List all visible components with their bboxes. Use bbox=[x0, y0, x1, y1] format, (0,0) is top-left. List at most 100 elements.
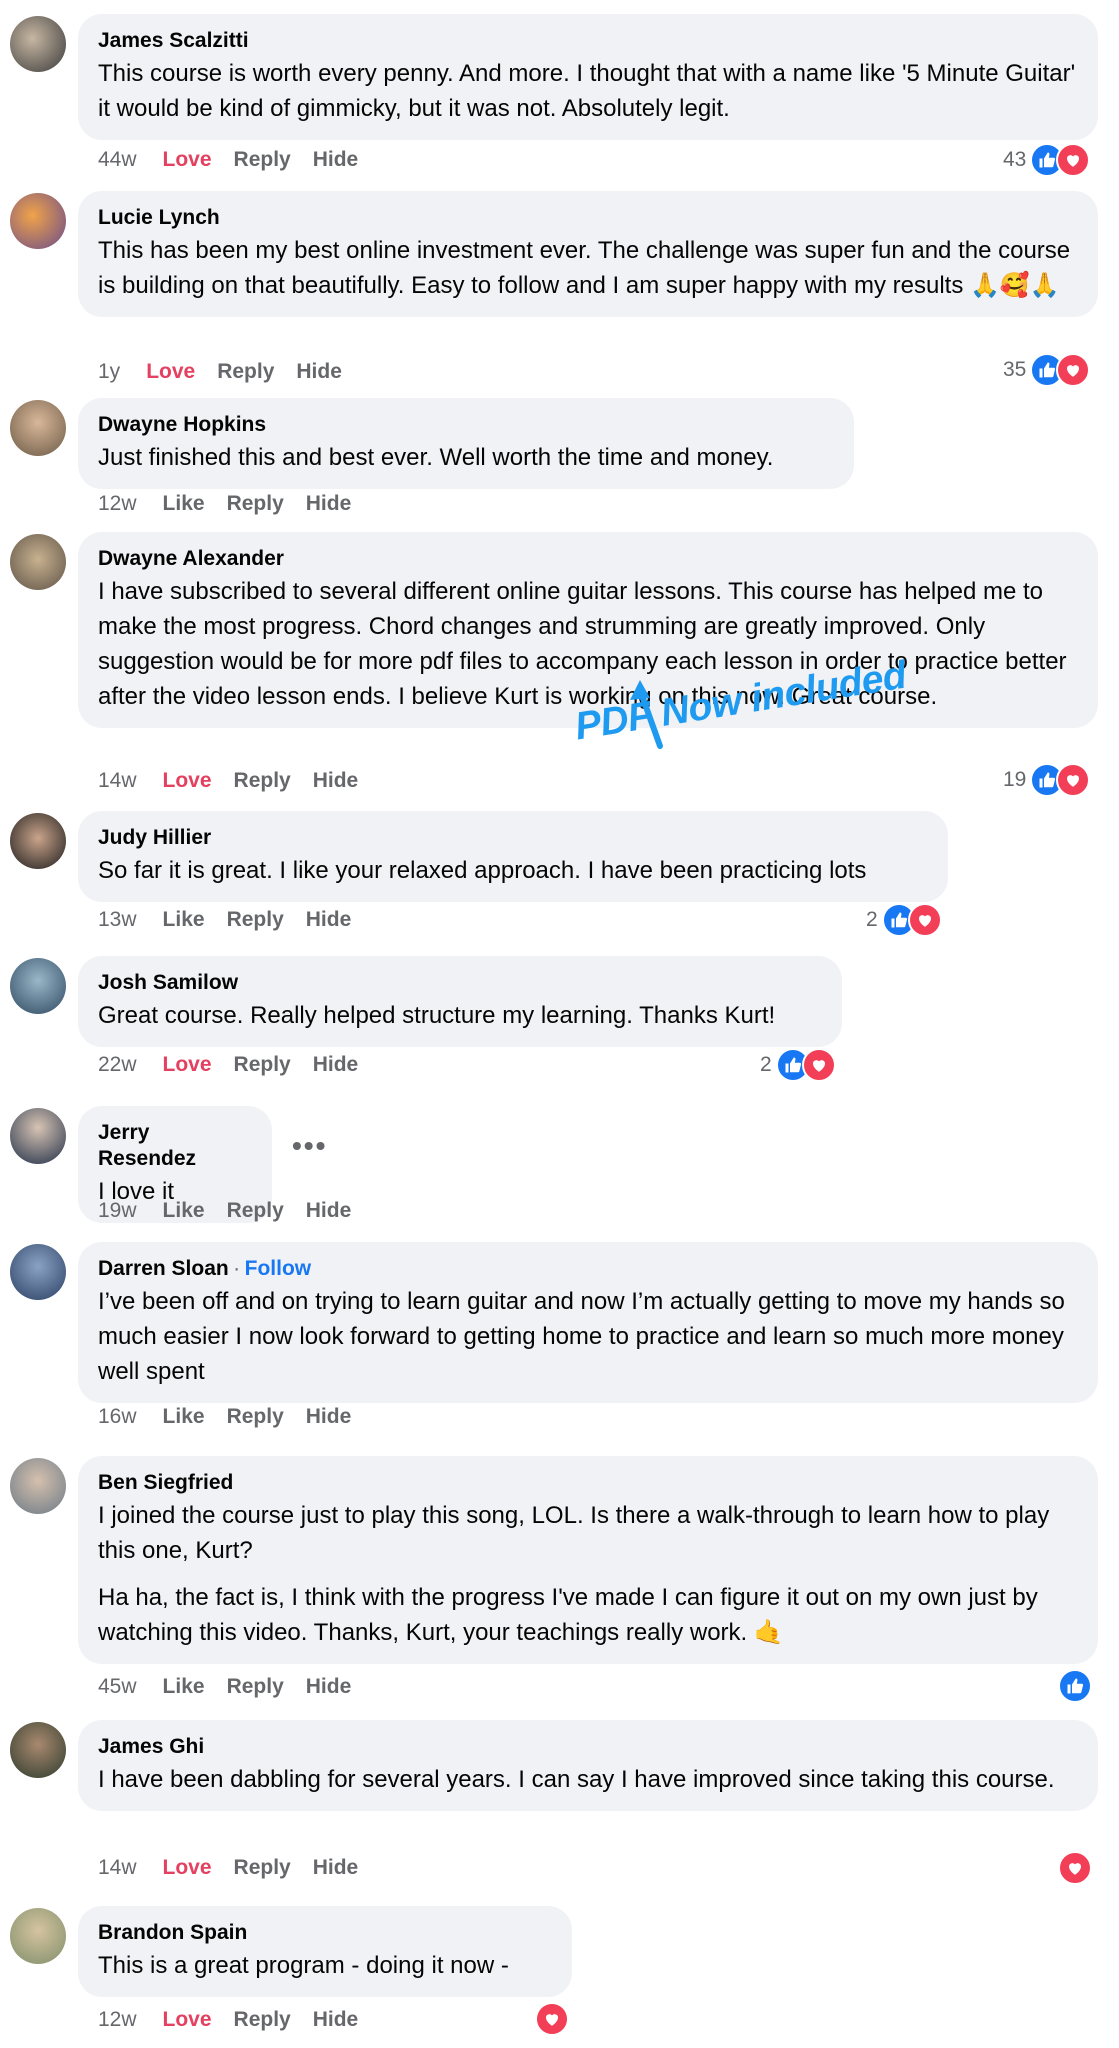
comment-text: Just finished this and best ever. Well w… bbox=[98, 444, 774, 471]
reaction-summary[interactable]: 35 bbox=[1003, 352, 1091, 388]
avatar[interactable] bbox=[10, 1458, 66, 1514]
like-button[interactable]: Like bbox=[163, 908, 205, 932]
like-button[interactable]: Like bbox=[163, 1405, 205, 1429]
comment-text: This has been my best online investment … bbox=[98, 237, 1071, 299]
comment-text: Ha ha, the fact is, I think with the pro… bbox=[98, 1584, 1038, 1646]
comment-author[interactable]: James Scalzitti bbox=[98, 28, 1078, 54]
reply-button[interactable]: Reply bbox=[217, 360, 274, 384]
hide-button[interactable]: Hide bbox=[313, 148, 359, 172]
timestamp[interactable]: 12w bbox=[98, 2008, 137, 2032]
reply-button[interactable]: Reply bbox=[227, 492, 284, 516]
reply-button[interactable]: Reply bbox=[227, 1405, 284, 1429]
hide-button[interactable]: Hide bbox=[296, 360, 342, 384]
avatar[interactable] bbox=[10, 16, 66, 72]
avatar[interactable] bbox=[10, 958, 66, 1014]
timestamp[interactable]: 13w bbox=[98, 908, 137, 932]
reply-button[interactable]: Reply bbox=[234, 1856, 291, 1880]
love-reaction-icon bbox=[907, 903, 942, 937]
comment-author[interactable]: Brandon Spain bbox=[98, 1920, 552, 1946]
love-button[interactable]: Love bbox=[146, 360, 195, 384]
comment-actions: 14w Love Reply Hide bbox=[98, 766, 380, 796]
comment-text: I joined the course just to play this so… bbox=[98, 1502, 1050, 1564]
timestamp[interactable]: 19w bbox=[98, 1199, 137, 1223]
comment-author[interactable]: Darren Sloan bbox=[98, 1257, 229, 1280]
comment-author[interactable]: Ben Siegfried bbox=[98, 1470, 1078, 1496]
love-button[interactable]: Love bbox=[163, 769, 212, 793]
timestamp[interactable]: 14w bbox=[98, 769, 137, 793]
comment-actions: 45w Like Reply Hide bbox=[98, 1672, 373, 1702]
comment-actions: 16w Like Reply Hide bbox=[98, 1402, 373, 1432]
like-button[interactable]: Like bbox=[163, 1199, 205, 1223]
avatar[interactable] bbox=[10, 813, 66, 869]
avatar[interactable] bbox=[10, 400, 66, 456]
love-button[interactable]: Love bbox=[163, 148, 212, 172]
reaction-summary[interactable] bbox=[1058, 1668, 1092, 1704]
comment-author[interactable]: Dwayne Alexander bbox=[98, 546, 1078, 572]
timestamp[interactable]: 1y bbox=[98, 360, 120, 384]
timestamp[interactable]: 44w bbox=[98, 148, 137, 172]
love-reaction-icon bbox=[535, 2002, 569, 2036]
love-button[interactable]: Love bbox=[163, 1856, 212, 1880]
hide-button[interactable]: Hide bbox=[306, 1199, 352, 1223]
like-button[interactable]: Like bbox=[163, 492, 205, 516]
comment-author[interactable]: Jerry Resendez bbox=[98, 1120, 252, 1172]
reply-button[interactable]: Reply bbox=[227, 1199, 284, 1223]
avatar[interactable] bbox=[10, 1722, 66, 1778]
hide-button[interactable]: Hide bbox=[313, 1856, 359, 1880]
comment-author[interactable]: James Ghi bbox=[98, 1734, 1078, 1760]
timestamp[interactable]: 22w bbox=[98, 1053, 137, 1077]
timestamp[interactable]: 45w bbox=[98, 1675, 137, 1699]
reaction-count: 19 bbox=[1003, 768, 1027, 791]
separator: · bbox=[233, 1257, 241, 1280]
comment-actions: 22w Love Reply Hide bbox=[98, 1050, 380, 1080]
comment-bubble: Ben Siegfried I joined the course just t… bbox=[78, 1456, 1098, 1664]
follow-link[interactable]: Follow bbox=[245, 1257, 312, 1280]
reply-button[interactable]: Reply bbox=[234, 2008, 291, 2032]
reply-button[interactable]: Reply bbox=[227, 908, 284, 932]
reaction-summary[interactable] bbox=[535, 2001, 569, 2037]
comment-actions: 44w Love Reply Hide bbox=[98, 145, 380, 175]
timestamp[interactable]: 14w bbox=[98, 1856, 137, 1880]
hide-button[interactable]: Hide bbox=[306, 908, 352, 932]
reply-button[interactable]: Reply bbox=[234, 769, 291, 793]
love-reaction-icon bbox=[1056, 143, 1091, 177]
reaction-summary[interactable] bbox=[1058, 1850, 1092, 1886]
comment-author[interactable]: Lucie Lynch bbox=[98, 205, 1078, 231]
love-button[interactable]: Love bbox=[163, 2008, 212, 2032]
comment-bubble: Lucie Lynch This has been my best online… bbox=[78, 191, 1098, 317]
comment-author[interactable]: Josh Samilow bbox=[98, 970, 822, 996]
like-button[interactable]: Like bbox=[163, 1675, 205, 1699]
reply-button[interactable]: Reply bbox=[234, 148, 291, 172]
reply-button[interactable]: Reply bbox=[227, 1675, 284, 1699]
reaction-summary[interactable]: 2 bbox=[866, 902, 942, 938]
love-reaction-icon bbox=[1056, 763, 1091, 797]
love-button[interactable]: Love bbox=[163, 1053, 212, 1077]
comment-bubble: Dwayne Hopkins Just finished this and be… bbox=[78, 398, 854, 489]
hide-button[interactable]: Hide bbox=[313, 2008, 359, 2032]
reaction-summary[interactable]: 2 bbox=[760, 1047, 836, 1083]
comment-bubble: James Ghi I have been dabbling for sever… bbox=[78, 1720, 1098, 1811]
love-reaction-icon bbox=[1056, 353, 1091, 387]
like-reaction-icon bbox=[1058, 1669, 1092, 1703]
avatar[interactable] bbox=[10, 1108, 66, 1164]
hide-button[interactable]: Hide bbox=[306, 1675, 352, 1699]
hide-button[interactable]: Hide bbox=[313, 1053, 359, 1077]
comment-text: I have subscribed to several different o… bbox=[98, 578, 1067, 710]
avatar[interactable] bbox=[10, 193, 66, 249]
more-options-icon[interactable]: ••• bbox=[292, 1130, 327, 1162]
hide-button[interactable]: Hide bbox=[306, 492, 352, 516]
timestamp[interactable]: 12w bbox=[98, 492, 137, 516]
comment-author[interactable]: Dwayne Hopkins bbox=[98, 412, 834, 438]
reaction-summary[interactable]: 43 bbox=[1003, 142, 1091, 178]
reply-button[interactable]: Reply bbox=[234, 1053, 291, 1077]
reaction-summary[interactable]: 19 bbox=[1003, 762, 1091, 798]
love-reaction-icon bbox=[1058, 1851, 1092, 1885]
timestamp[interactable]: 16w bbox=[98, 1405, 137, 1429]
reaction-count: 2 bbox=[866, 908, 878, 931]
avatar[interactable] bbox=[10, 1244, 66, 1300]
hide-button[interactable]: Hide bbox=[306, 1405, 352, 1429]
avatar[interactable] bbox=[10, 1908, 66, 1964]
hide-button[interactable]: Hide bbox=[313, 769, 359, 793]
avatar[interactable] bbox=[10, 534, 66, 590]
comment-author[interactable]: Judy Hillier bbox=[98, 825, 928, 851]
